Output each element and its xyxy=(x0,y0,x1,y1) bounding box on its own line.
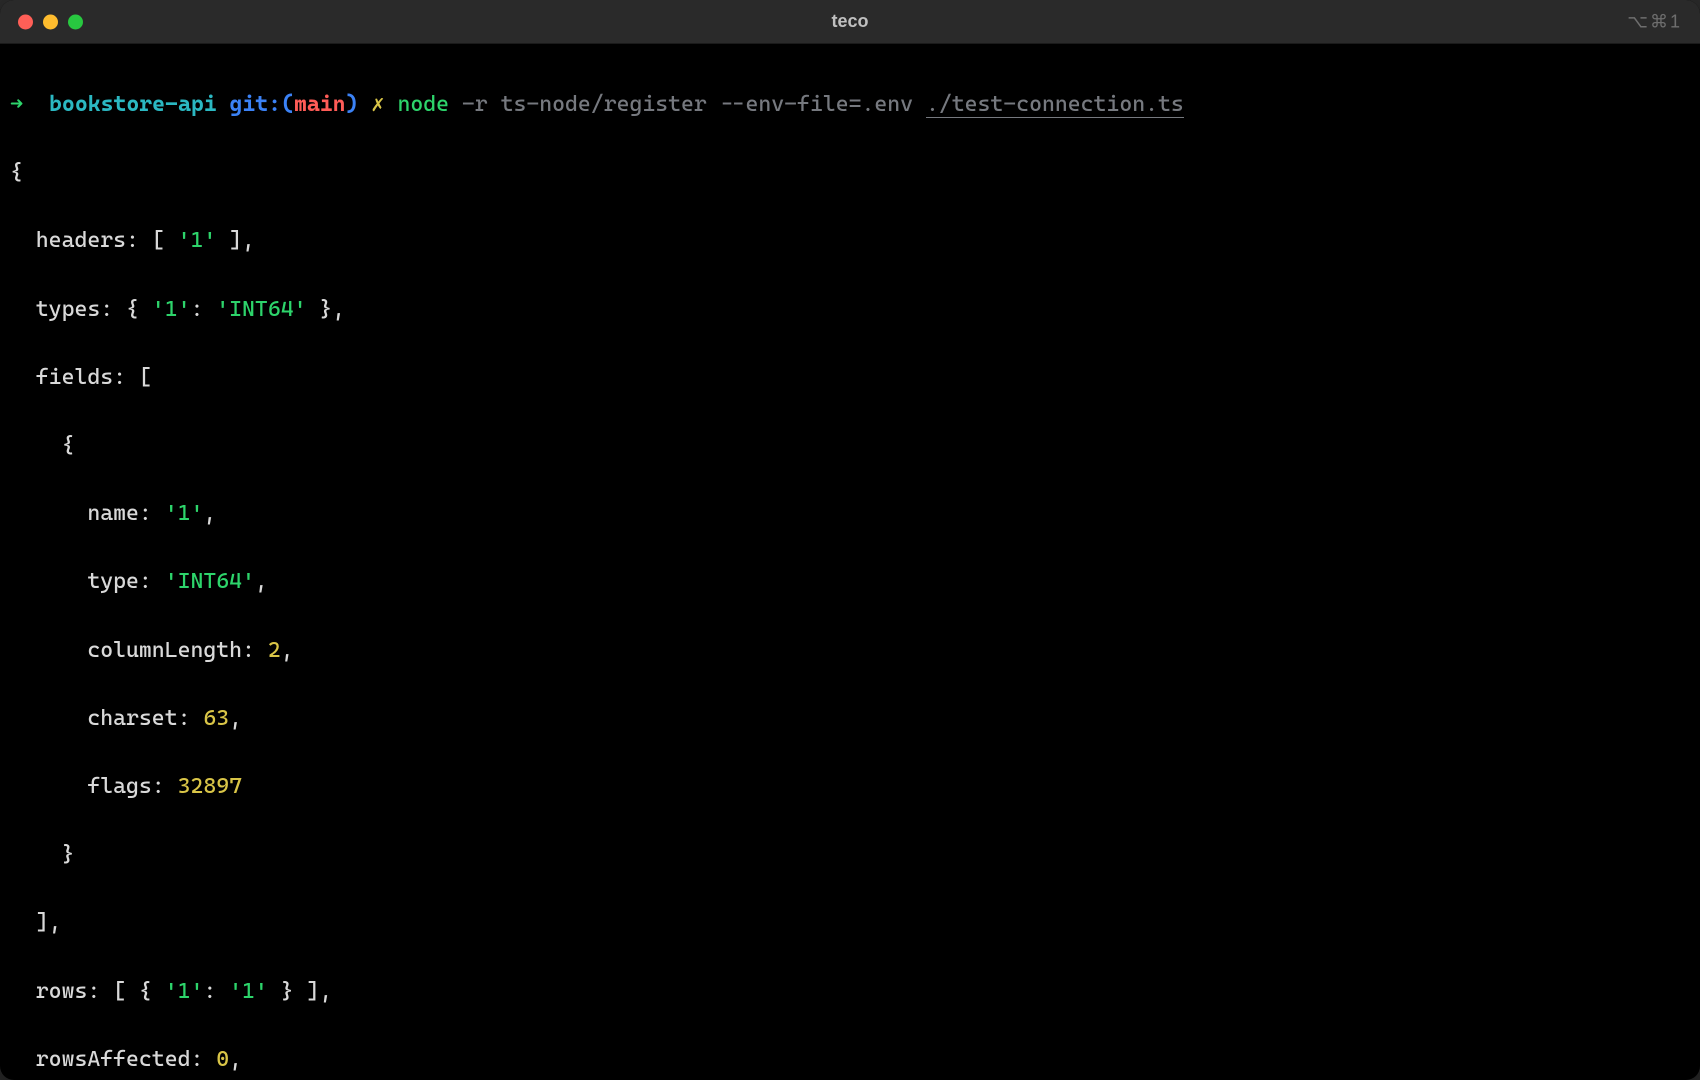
output-line: charset: 63, xyxy=(10,702,1690,736)
output-line: headers: [ '1' ], xyxy=(10,224,1690,258)
output-line: } xyxy=(10,838,1690,872)
maximize-icon[interactable] xyxy=(68,14,83,29)
output-line: types: { '1': 'INT64' }, xyxy=(10,293,1690,327)
output-line: ], xyxy=(10,906,1690,940)
terminal-window: teco ⌥⌘1 ➜ bookstore-api git:(main) ✗ no… xyxy=(0,0,1700,1080)
titlebar: teco ⌥⌘1 xyxy=(0,0,1700,44)
cmd-file: ./test-connection.ts xyxy=(926,92,1184,118)
window-shortcut-hint: ⌥⌘1 xyxy=(1627,11,1682,32)
git-close: ) xyxy=(346,92,359,117)
cmd-args: -r ts-node/register --env-file=.env xyxy=(449,92,926,117)
traffic-lights xyxy=(18,14,83,29)
output-line: { xyxy=(10,156,1690,190)
output-line: { xyxy=(10,429,1690,463)
minimize-icon[interactable] xyxy=(43,14,58,29)
prompt-line-1: ➜ bookstore-api git:(main) ✗ node -r ts-… xyxy=(10,88,1690,122)
terminal-body[interactable]: ➜ bookstore-api git:(main) ✗ node -r ts-… xyxy=(0,44,1700,1080)
output-line: type: 'INT64', xyxy=(10,565,1690,599)
output-line: fields: [ xyxy=(10,361,1690,395)
prompt-arrow: ➜ xyxy=(10,92,23,117)
git-dirty-icon: ✗ xyxy=(371,92,384,117)
git-open: git:( xyxy=(230,92,294,117)
output-line: flags: 32897 xyxy=(10,770,1690,804)
cmd-bin: node xyxy=(397,92,449,117)
prompt-dir: bookstore-api xyxy=(49,92,217,117)
output-line: rows: [ { '1': '1' } ], xyxy=(10,975,1690,1009)
output-line: name: '1', xyxy=(10,497,1690,531)
window-title: teco xyxy=(831,11,868,32)
output-line: rowsAffected: 0, xyxy=(10,1043,1690,1077)
output-line: columnLength: 2, xyxy=(10,634,1690,668)
git-branch: main xyxy=(294,92,346,117)
close-icon[interactable] xyxy=(18,14,33,29)
